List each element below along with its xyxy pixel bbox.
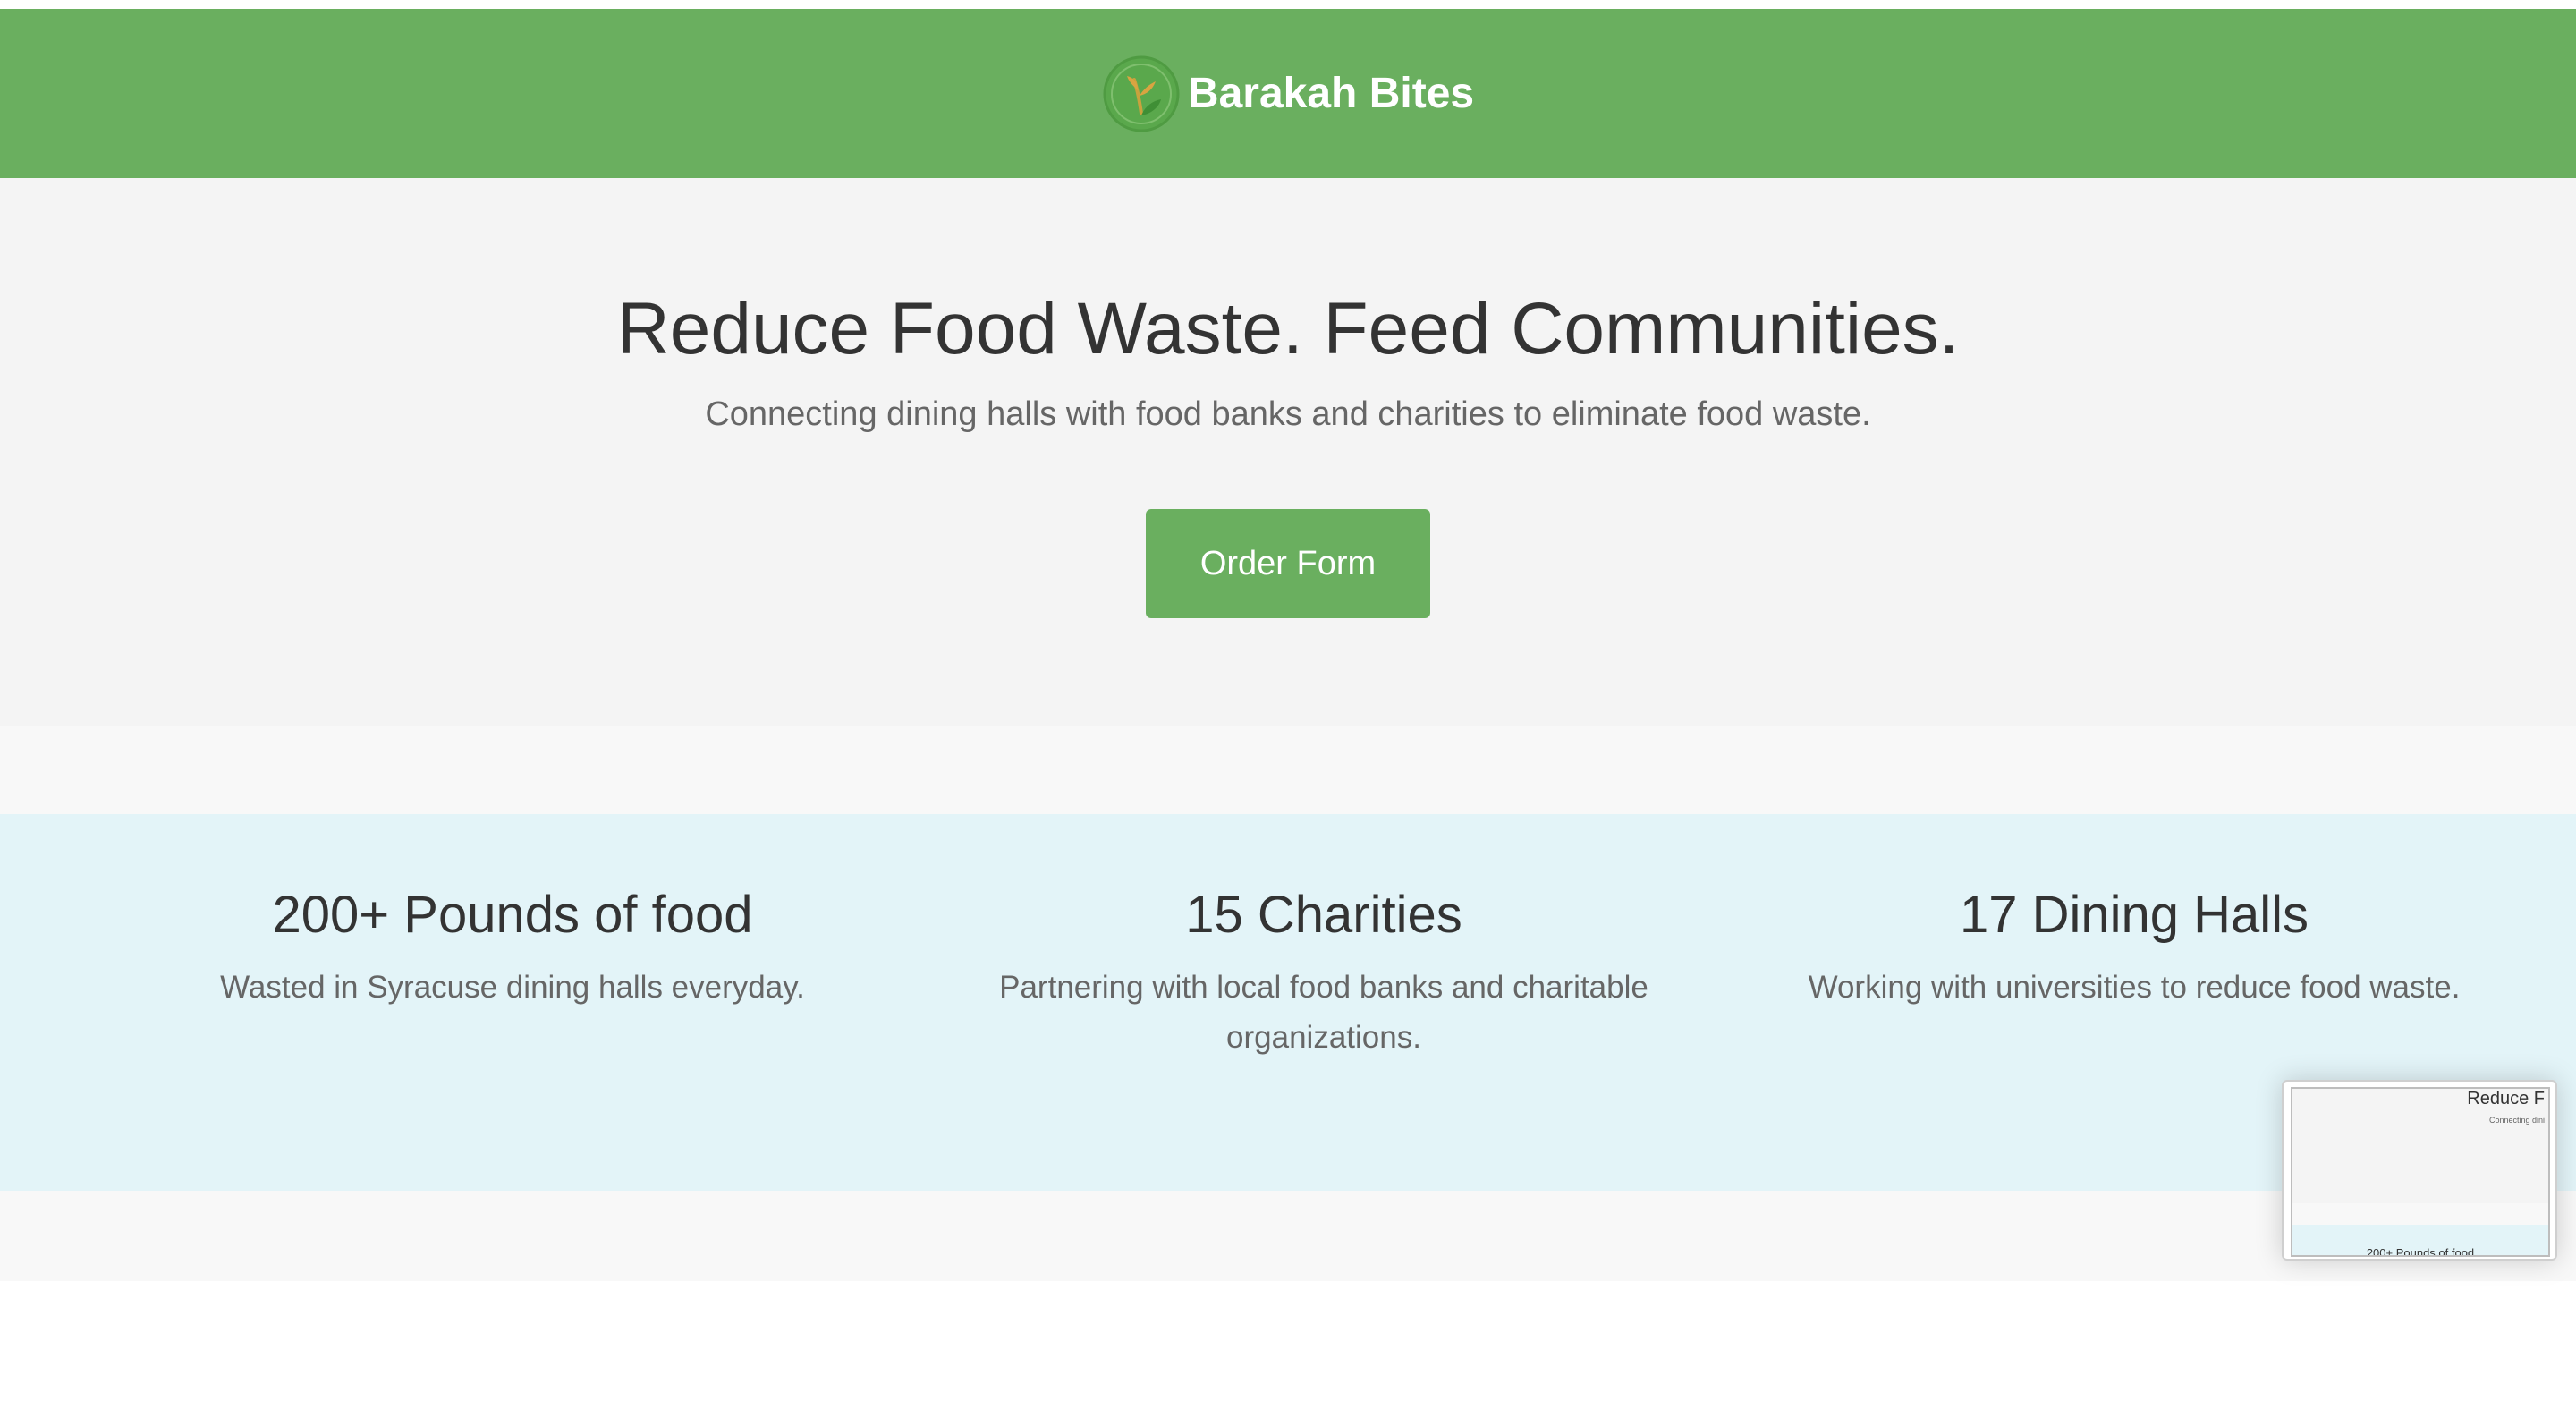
minimap-subtitle: Connecting dini [2488, 1116, 2545, 1125]
stat-card-pounds: 200+ Pounds of food Wasted in Syracuse d… [182, 884, 843, 1013]
minimap-hero: Reduce F Connecting dini [2292, 1089, 2548, 1203]
stat-heading: 15 Charities [1185, 886, 1462, 944]
stat-text: Working with universities to reduce food… [1808, 969, 2461, 1005]
hero-subtitle: Connecting dining halls with food banks … [705, 395, 1871, 433]
brand-name: Barakah Bites [1187, 70, 1475, 117]
stat-text: Partnering with local food banks and cha… [999, 969, 1648, 1055]
minimap-stats: 200+ Pounds of food [2292, 1225, 2548, 1255]
stat-text: Wasted in Syracuse dining halls everyday… [220, 969, 805, 1005]
stats-section: 200+ Pounds of food Wasted in Syracuse d… [0, 814, 2576, 1191]
section-spacer [0, 726, 2576, 814]
stat-heading: 17 Dining Halls [1959, 886, 2309, 944]
order-form-button[interactable]: Order Form [1146, 509, 1430, 618]
stat-card-charities: 15 Charities Partnering with local food … [975, 884, 1673, 1063]
page-minimap[interactable]: Reduce F Connecting dini 200+ Pounds of … [2282, 1080, 2557, 1261]
minimap-stat: 200+ Pounds of food [2366, 1246, 2475, 1257]
minimap-viewport: Reduce F Connecting dini 200+ Pounds of … [2291, 1087, 2550, 1257]
stat-card-dining-halls: 17 Dining Halls Working with universitie… [1776, 884, 2492, 1013]
hero-section: Reduce Food Waste. Feed Communities. Con… [0, 178, 2576, 726]
minimap-gap [2292, 1203, 2548, 1225]
site-header: Barakah Bites [0, 9, 2576, 178]
section-spacer-bottom [0, 1191, 2576, 1281]
hero-title: Reduce Food Waste. Feed Communities. [616, 288, 1960, 369]
top-strip [0, 0, 2576, 9]
sprout-leaf-icon [1103, 55, 1180, 132]
brand[interactable]: Barakah Bites [1102, 55, 1474, 133]
minimap-title: Reduce F [2467, 1089, 2545, 1108]
stat-heading: 200+ Pounds of food [272, 886, 753, 944]
